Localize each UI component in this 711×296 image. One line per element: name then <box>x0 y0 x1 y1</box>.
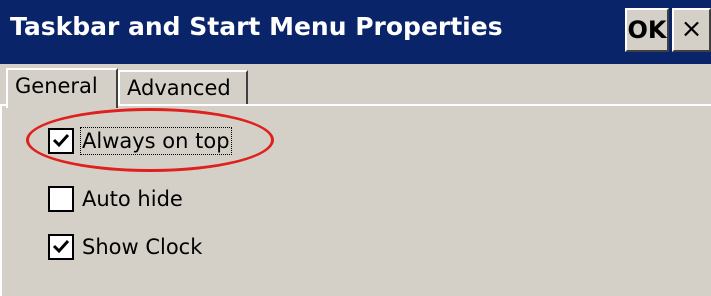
tab-page-border-left <box>0 104 2 296</box>
properties-dialog: Taskbar and Start Menu Properties OK × A… <box>0 0 711 296</box>
auto-hide-option[interactable]: Auto hide <box>48 182 183 216</box>
show-clock-option[interactable]: Show Clock <box>48 230 202 264</box>
always-on-top-label: Always on top <box>80 127 232 155</box>
close-icon: × <box>680 14 703 44</box>
window-title: Taskbar and Start Menu Properties <box>10 12 503 41</box>
checkmark-icon <box>52 133 70 148</box>
always-on-top-option[interactable]: Always on top <box>48 124 232 158</box>
close-button[interactable]: × <box>672 8 711 52</box>
auto-hide-checkbox[interactable] <box>48 186 74 212</box>
always-on-top-checkbox[interactable] <box>48 128 74 154</box>
ok-button[interactable]: OK <box>625 8 669 52</box>
tab-general[interactable]: General <box>6 68 118 108</box>
auto-hide-label: Auto hide <box>82 187 183 211</box>
show-clock-checkbox[interactable] <box>48 234 74 260</box>
checkmark-icon <box>52 239 70 254</box>
show-clock-label: Show Clock <box>82 235 203 259</box>
tab-strip: Advanced General <box>0 64 711 108</box>
title-bar[interactable]: Taskbar and Start Menu Properties OK × <box>0 0 711 64</box>
tab-advanced[interactable]: Advanced <box>118 70 248 106</box>
